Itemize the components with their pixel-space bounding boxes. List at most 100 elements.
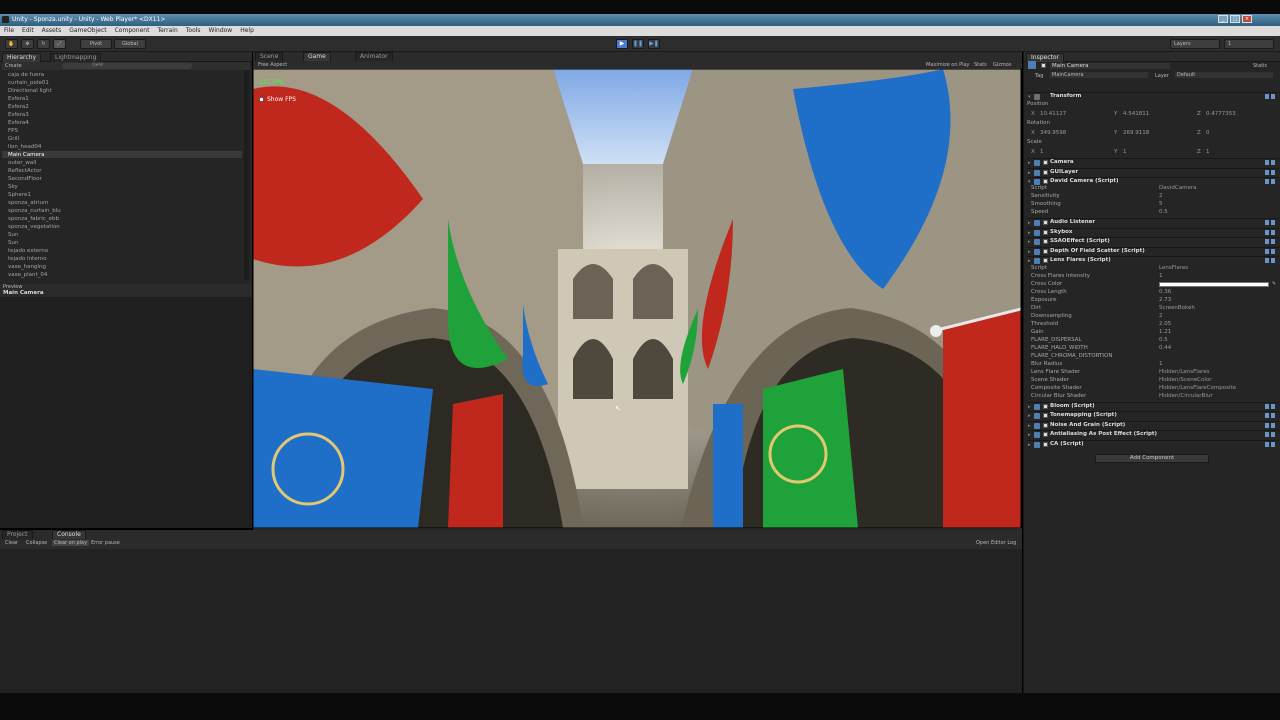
property-value[interactable]: 0.5 [1159, 337, 1168, 343]
transform-component-header[interactable]: ▾ Transform [1027, 92, 1279, 100]
minimize-button[interactable]: _ [1218, 15, 1228, 23]
component-enabled-checkbox[interactable] [1043, 442, 1048, 447]
menu-tools[interactable]: Tools [182, 26, 205, 35]
tab-console[interactable]: Console [52, 530, 86, 539]
hierarchy-item[interactable]: ReflectActor [8, 168, 41, 174]
hierarchy-item[interactable]: outer_wall [8, 160, 36, 166]
property-value[interactable]: 0.5 [1159, 209, 1168, 215]
component-enabled-checkbox[interactable] [1043, 432, 1048, 437]
maximize-on-play-toggle[interactable]: Maximize on Play [926, 62, 970, 68]
component-tools[interactable] [1263, 258, 1275, 264]
move-tool-button[interactable]: ✥ [21, 39, 34, 49]
hierarchy-item[interactable]: tejado interno [8, 256, 47, 262]
menu-window[interactable]: Window [205, 26, 237, 35]
hierarchy-scrollbar[interactable] [244, 70, 249, 280]
tab-game[interactable]: Game [303, 52, 331, 61]
pause-button[interactable]: ❚❚ [632, 39, 644, 49]
component-header[interactable]: ▸ Antialiasing As Post Effect (Script) [1027, 430, 1279, 438]
component-header[interactable]: ▸ SSAOEffect (Script) [1027, 237, 1279, 245]
property-value[interactable]: ScreenBokeh [1159, 305, 1195, 311]
hierarchy-item[interactable]: sponza_vegetation [8, 224, 60, 230]
hand-tool-button[interactable]: ✋ [5, 39, 18, 49]
component-tools[interactable] [1263, 442, 1275, 448]
pivot-toggle[interactable]: Pivot [80, 39, 112, 49]
show-fps-toggle[interactable]: Show FPS [259, 96, 296, 103]
property-value[interactable]: 1 [1159, 273, 1163, 279]
scale-x-field[interactable]: 1 [1040, 149, 1044, 155]
property-value[interactable]: DavidCamera [1159, 185, 1196, 191]
component-tools[interactable] [1263, 413, 1275, 419]
global-toggle[interactable]: Global [114, 39, 146, 49]
hierarchy-item[interactable]: Sphere1 [8, 192, 31, 198]
component-header[interactable]: ▸ Audio Listener [1027, 218, 1279, 226]
component-enabled-checkbox[interactable] [1043, 413, 1048, 418]
component-enabled-checkbox[interactable] [1043, 220, 1048, 225]
hierarchy-item[interactable]: Esfera2 [8, 104, 29, 110]
open-editor-log-button[interactable]: Open Editor Log [976, 540, 1016, 546]
hierarchy-item[interactable]: Esfera4 [8, 120, 29, 126]
rot-z-field[interactable]: 0 [1206, 130, 1210, 136]
add-component-button[interactable]: Add Component [1095, 454, 1209, 463]
property-value[interactable]: 0.36 [1159, 289, 1171, 295]
property-value[interactable]: Hidden/CircularBlur [1159, 393, 1213, 399]
property-value[interactable]: 1 [1159, 361, 1163, 367]
hierarchy-item[interactable]: Esfera3 [8, 112, 29, 118]
hierarchy-item[interactable]: tejado externo [8, 248, 48, 254]
scale-y-field[interactable]: 1 [1123, 149, 1127, 155]
component-enabled-checkbox[interactable] [1043, 239, 1048, 244]
console-error-pause-button[interactable]: Error pause [91, 540, 120, 546]
property-value[interactable]: 1.21 [1159, 329, 1171, 335]
create-dropdown[interactable]: Create [5, 63, 22, 69]
hierarchy-item[interactable]: sponza_curtain_blu [8, 208, 61, 214]
property-value[interactable]: 2.73 [1159, 297, 1171, 303]
component-tools[interactable] [1263, 170, 1275, 176]
menu-gameobject[interactable]: GameObject [65, 26, 110, 35]
tab-lightmapping[interactable]: Lightmapping [50, 53, 102, 62]
camera-component-header[interactable]: ▸ Camera [1027, 158, 1279, 166]
menu-edit[interactable]: Edit [18, 26, 38, 35]
component-enabled-checkbox[interactable] [1043, 179, 1048, 184]
tab-scene[interactable]: Scene [255, 52, 284, 61]
property-value[interactable]: 2 [1159, 313, 1163, 319]
rot-x-field[interactable]: 349.9598 [1040, 130, 1066, 136]
hierarchy-item[interactable]: Main Camera [8, 152, 44, 158]
hierarchy-item[interactable]: curtain_pole01 [8, 80, 49, 86]
close-button[interactable]: × [1242, 15, 1252, 23]
hierarchy-search-input[interactable]: Q▾All [62, 63, 192, 69]
property-value[interactable]: 0.44 [1159, 345, 1171, 351]
rotate-tool-button[interactable]: ↻ [37, 39, 50, 49]
scale-tool-button[interactable]: ⤢ [53, 39, 66, 49]
component-enabled-checkbox[interactable] [1043, 258, 1048, 263]
cross-color-swatch[interactable] [1159, 282, 1269, 287]
component-header[interactable]: ▸ Skybox [1027, 228, 1279, 236]
scale-z-field[interactable]: 1 [1206, 149, 1210, 155]
tab-hierarchy[interactable]: Hierarchy [2, 53, 42, 62]
component-tools[interactable] [1263, 432, 1275, 438]
property-value[interactable]: Hidden/SceneColor [1159, 377, 1212, 383]
hierarchy-item[interactable]: lion_head04 [8, 144, 41, 150]
component-tools[interactable] [1263, 404, 1275, 410]
hierarchy-item[interactable]: Directional light [8, 88, 52, 94]
step-button[interactable]: ▶❚ [648, 39, 660, 49]
game-view-render[interactable]: 237 FPS Show FPS ↖ [253, 69, 1021, 528]
console-collapse-button[interactable]: Collapse [26, 540, 47, 546]
component-enabled-checkbox[interactable] [1043, 160, 1048, 165]
rot-y-field[interactable]: 269.9118 [1123, 130, 1149, 136]
david-camera-component-header[interactable]: ▾ David Camera (Script) [1027, 177, 1279, 185]
property-value[interactable]: LensFlares [1159, 265, 1188, 271]
tab-animator[interactable]: Animator [355, 52, 393, 61]
hierarchy-item[interactable]: SecondFloor [8, 176, 42, 182]
component-tools[interactable] [1263, 220, 1275, 226]
pos-z-field[interactable]: 0.4777353 [1206, 111, 1236, 117]
component-header[interactable]: ▸ Tonemapping (Script) [1027, 411, 1279, 419]
hierarchy-item[interactable]: sponza_fabric_ebb [8, 216, 59, 222]
component-enabled-checkbox[interactable] [1043, 404, 1048, 409]
component-enabled-checkbox[interactable] [1043, 249, 1048, 254]
menu-assets[interactable]: Assets [38, 26, 66, 35]
component-header[interactable]: ▸ Noise And Grain (Script) [1027, 421, 1279, 429]
tag-dropdown[interactable]: MainCamera [1050, 72, 1148, 78]
component-tools[interactable] [1263, 94, 1275, 100]
menu-file[interactable]: File [0, 26, 18, 35]
component-enabled-checkbox[interactable] [1043, 423, 1048, 428]
hierarchy-item[interactable]: Esfera1 [8, 96, 29, 102]
